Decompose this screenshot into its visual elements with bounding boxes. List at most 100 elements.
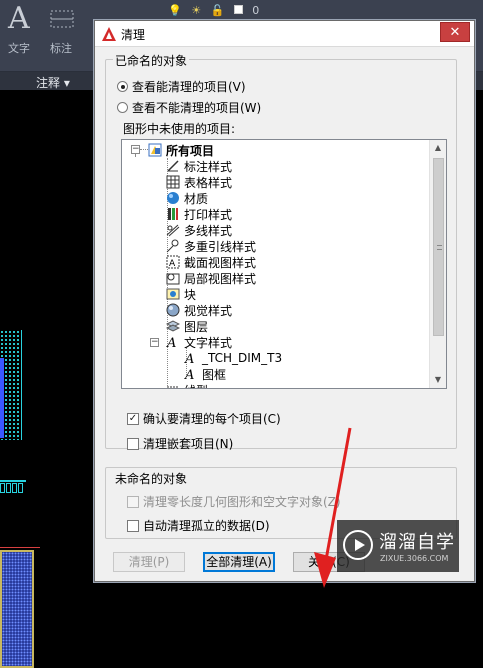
purge-nested-checkbox[interactable]: 清理嵌套项目(N): [127, 435, 233, 452]
dimension-tool-label[interactable]: 标注: [50, 40, 72, 56]
autocad-logo-icon: [102, 27, 116, 41]
watermark-name: 溜溜自学: [379, 532, 455, 553]
tree-item-label: 图层: [184, 319, 209, 334]
checkbox-empty[interactable]: [127, 519, 139, 532]
checkbox-empty[interactable]: [127, 437, 139, 450]
tree-item-label: 截面视图样式: [184, 255, 257, 270]
layer-value: 0: [252, 4, 260, 17]
section-view-style-icon: A: [166, 255, 180, 269]
tree-root-label: 所有项目: [166, 143, 215, 158]
scroll-thumb[interactable]: [433, 158, 444, 336]
orphan-data-label: 自动清理孤立的数据(D): [143, 519, 270, 533]
block-icon: [166, 287, 180, 301]
orphan-data-checkbox[interactable]: 自动清理孤立的数据(D): [127, 517, 270, 534]
dimension-tool-icon[interactable]: [48, 6, 76, 32]
text-style-icon: A: [184, 351, 198, 365]
cad-red-line: [0, 547, 40, 548]
tree-item-block[interactable]: 块: [166, 286, 196, 302]
sun-icon: ☀: [191, 4, 202, 17]
tree-item-layer[interactable]: 图层: [166, 318, 208, 334]
tree-item-label: _TCH_DIM_T3: [202, 351, 283, 365]
tree-caption: 图形中未使用的项目:: [123, 122, 236, 136]
tree-item-sectionviewstyle[interactable]: A 截面视图样式: [166, 254, 256, 270]
tree-item-label: 线型: [184, 382, 208, 389]
tree-item-label: 图框: [202, 367, 227, 382]
tree-item-label: 多重引线样式: [184, 239, 257, 254]
text-tool-icon[interactable]: A: [8, 4, 30, 34]
svg-text:A: A: [166, 336, 176, 349]
expander-textstyle[interactable]: −: [150, 338, 159, 347]
lightbulb-icon: 💡: [168, 4, 182, 17]
radio-dot-selected[interactable]: [117, 81, 128, 92]
text-tool-label[interactable]: 文字: [8, 40, 30, 56]
cad-rectangles: [0, 480, 26, 494]
purge-nested-label: 清理嵌套项目(N): [143, 437, 234, 451]
detail-view-style-icon: [166, 271, 180, 285]
lock-icon: 🔓: [210, 4, 225, 17]
close-window-button[interactable]: ✕: [440, 22, 470, 42]
cad-blue-line: [0, 358, 4, 438]
tree-item-label: 局部视图样式: [184, 271, 257, 286]
scroll-up-icon[interactable]: ▲: [430, 140, 446, 156]
purge-button[interactable]: 清理(P): [113, 552, 185, 572]
multileader-style-icon: [166, 239, 180, 253]
confirm-each-checkbox[interactable]: ✓ 确认要清理的每个项目(C): [127, 410, 281, 427]
confirm-each-label: 确认要清理的每个项目(C): [143, 412, 281, 426]
tree-item-plotstyle[interactable]: 打印样式: [166, 206, 232, 222]
text-style-icon: A: [184, 367, 198, 381]
purge-all-button[interactable]: 全部清理(A): [203, 552, 275, 572]
tree-item-label: 打印样式: [184, 207, 233, 222]
scroll-down-icon[interactable]: ▼: [430, 372, 446, 388]
radio-view-purgeable-label: 查看能清理的项目(V): [132, 80, 246, 94]
radio-view-nonpurgeable[interactable]: 查看不能清理的项目(W): [117, 99, 261, 116]
annotation-panel-title[interactable]: 注释 ▾: [36, 74, 70, 91]
table-style-icon: [166, 175, 180, 189]
dimension-style-icon: [166, 159, 180, 173]
text-style-icon: A: [166, 335, 180, 349]
play-logo-icon: [343, 530, 373, 560]
tree-item-tablestyle[interactable]: 表格样式: [166, 174, 232, 190]
layer-icon: [166, 319, 180, 333]
multiline-style-icon: [166, 223, 180, 237]
radio-dot[interactable]: [117, 102, 128, 113]
svg-text:A: A: [184, 368, 194, 381]
tree-item-label: 标注样式: [184, 159, 233, 174]
tree-item-label: 材质: [184, 191, 209, 206]
tree-item-material[interactable]: 材质: [166, 190, 208, 206]
expander-root[interactable]: −: [131, 145, 140, 154]
radio-view-purgeable[interactable]: 查看能清理的项目(V): [117, 78, 246, 95]
tree-item-mleaderstyle[interactable]: 多重引线样式: [166, 238, 256, 254]
radio-view-nonpurgeable-label: 查看不能清理的项目(W): [132, 101, 262, 115]
unused-items-tree[interactable]: − 所有项目 标注样式 表格样式 材质 打印样式 多线样式 多重引线样式 A 截…: [121, 139, 447, 389]
color-swatch-icon: [233, 5, 243, 14]
purge-dialog: 清理 ✕ 已命名的对象 查看能清理的项目(V) 查看不能清理的项目(W) 图形中…: [94, 20, 475, 582]
tree-item-dimstyle[interactable]: 标注样式: [166, 158, 232, 174]
zero-length-checkbox[interactable]: 清理零长度几何图形和空文字对象(Z): [127, 493, 341, 510]
zero-length-label: 清理零长度几何图形和空文字对象(Z): [143, 495, 341, 509]
tree-item-visualstyle[interactable]: 视觉样式: [166, 302, 232, 318]
checkmark-icon[interactable]: ✓: [127, 412, 139, 425]
watermark: 溜溜自学 ZIXUE.3066.COM: [337, 520, 459, 572]
tree-item-label: 表格样式: [184, 175, 233, 190]
tree-item-detailviewstyle[interactable]: 局部视图样式: [166, 270, 256, 286]
tree-item-textstyle-child[interactable]: A 图框: [184, 366, 226, 382]
tree-item-linetype[interactable]: 线型: [166, 382, 208, 389]
tree-item-textstyle[interactable]: A 文字样式: [166, 334, 232, 350]
tree-item-mlinestyle[interactable]: 多线样式: [166, 222, 232, 238]
watermark-url: ZIXUE.3066.COM: [380, 554, 449, 563]
svg-text:A: A: [184, 352, 194, 365]
named-objects-title: 已命名的对象: [113, 52, 190, 69]
dialog-titlebar[interactable]: 清理 ✕: [95, 21, 474, 47]
all-items-icon: [148, 143, 162, 157]
tree-scrollbar[interactable]: ▲ ▼: [429, 140, 446, 388]
linetype-icon: [166, 383, 180, 388]
plot-style-icon: [166, 207, 180, 221]
visual-style-icon: [166, 303, 180, 317]
checkbox-disabled[interactable]: [127, 495, 139, 508]
tree-item-textstyle-child[interactable]: A _TCH_DIM_T3: [184, 350, 282, 366]
tree-item-label: 多线样式: [184, 223, 233, 238]
tree-root[interactable]: 所有项目: [148, 142, 214, 158]
cad-hatched-block: [0, 550, 34, 668]
tree-item-label: 文字样式: [184, 335, 233, 350]
dialog-title: 清理: [121, 28, 146, 42]
